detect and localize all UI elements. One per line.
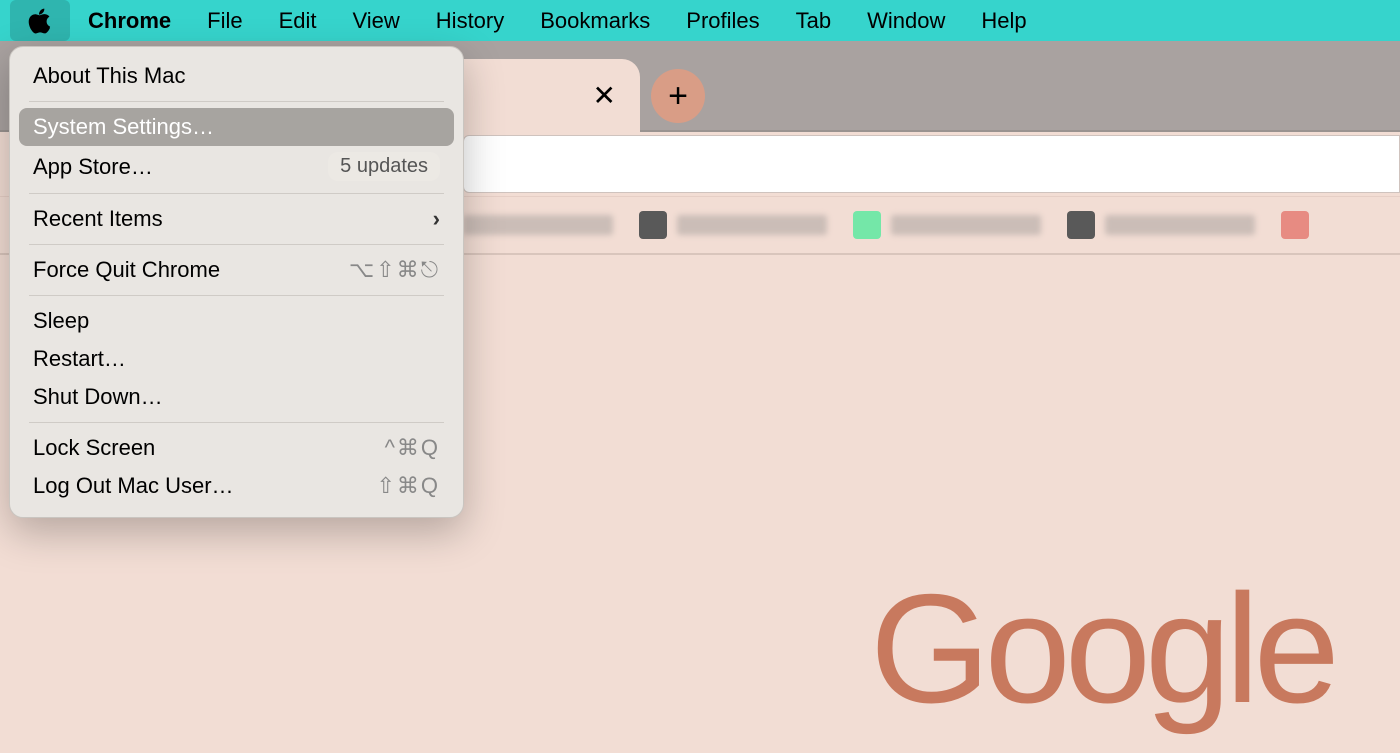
macos-menubar: Chrome File Edit View History Bookmarks … [0,0,1400,41]
menubar-bookmarks[interactable]: Bookmarks [522,0,668,41]
bookmark-item[interactable] [1067,211,1255,239]
menubar-edit[interactable]: Edit [261,0,335,41]
menubar-file[interactable]: File [189,0,260,41]
bookmark-favicon [1067,211,1095,239]
menubar-history[interactable]: History [418,0,522,41]
menu-lock-screen[interactable]: Lock Screen ^⌘Q [19,429,454,467]
menu-label: Log Out Mac User… [33,473,234,499]
menu-restart[interactable]: Restart… [19,340,454,378]
menu-about-this-mac[interactable]: About This Mac [19,57,454,95]
new-tab-button[interactable]: + [651,69,705,123]
bookmark-label-blurred [677,215,827,235]
menubar-help[interactable]: Help [963,0,1044,41]
google-logo: Google [870,560,1334,738]
menubar-tab[interactable]: Tab [778,0,849,41]
menu-separator [29,422,444,423]
chevron-right-icon: › [433,206,440,232]
menu-recent-items[interactable]: Recent Items › [19,200,454,238]
menu-sleep[interactable]: Sleep [19,302,454,340]
apple-menu-dropdown: About This Mac System Settings… App Stor… [9,46,464,518]
menu-label: Shut Down… [33,384,163,410]
menu-separator [29,244,444,245]
menu-separator [29,295,444,296]
menu-label: App Store… [33,154,153,180]
menu-label: About This Mac [33,63,185,89]
menu-system-settings[interactable]: System Settings… [19,108,454,146]
menu-label: System Settings… [33,114,214,140]
menu-label: Lock Screen [33,435,155,461]
menu-label: Restart… [33,346,126,372]
menu-label: Sleep [33,308,89,334]
keyboard-shortcut: ⌥⇧⌘⎋ [349,257,440,283]
updates-badge: 5 updates [328,152,440,181]
menu-log-out[interactable]: Log Out Mac User… ⇧⌘Q [19,467,454,505]
close-tab-icon[interactable]: ✕ [593,82,616,110]
bookmark-favicon [1281,211,1309,239]
bookmark-item[interactable] [1281,211,1309,239]
menu-label: Force Quit Chrome [33,257,220,283]
menubar-window[interactable]: Window [849,0,963,41]
bookmark-label-blurred [1105,215,1255,235]
plus-icon: + [668,77,688,116]
bookmark-favicon [853,211,881,239]
bookmark-label-blurred [891,215,1041,235]
menubar-profiles[interactable]: Profiles [668,0,777,41]
menu-separator [29,193,444,194]
menu-label: Recent Items [33,206,163,232]
bookmark-favicon [639,211,667,239]
keyboard-shortcut: ^⌘Q [385,435,440,461]
apple-icon [27,8,53,34]
menu-app-store[interactable]: App Store… 5 updates [19,146,454,187]
menu-separator [29,101,444,102]
bookmark-label-blurred [463,215,613,235]
address-bar[interactable] [463,135,1400,193]
apple-menu-button[interactable] [10,0,70,41]
bookmark-item[interactable] [639,211,827,239]
menu-force-quit[interactable]: Force Quit Chrome ⌥⇧⌘⎋ [19,251,454,289]
bookmark-item[interactable] [463,215,613,235]
menubar-app-name[interactable]: Chrome [70,0,189,41]
menu-shut-down[interactable]: Shut Down… [19,378,454,416]
menubar-view[interactable]: View [335,0,418,41]
bookmark-item[interactable] [853,211,1041,239]
keyboard-shortcut: ⇧⌘Q [376,473,440,499]
